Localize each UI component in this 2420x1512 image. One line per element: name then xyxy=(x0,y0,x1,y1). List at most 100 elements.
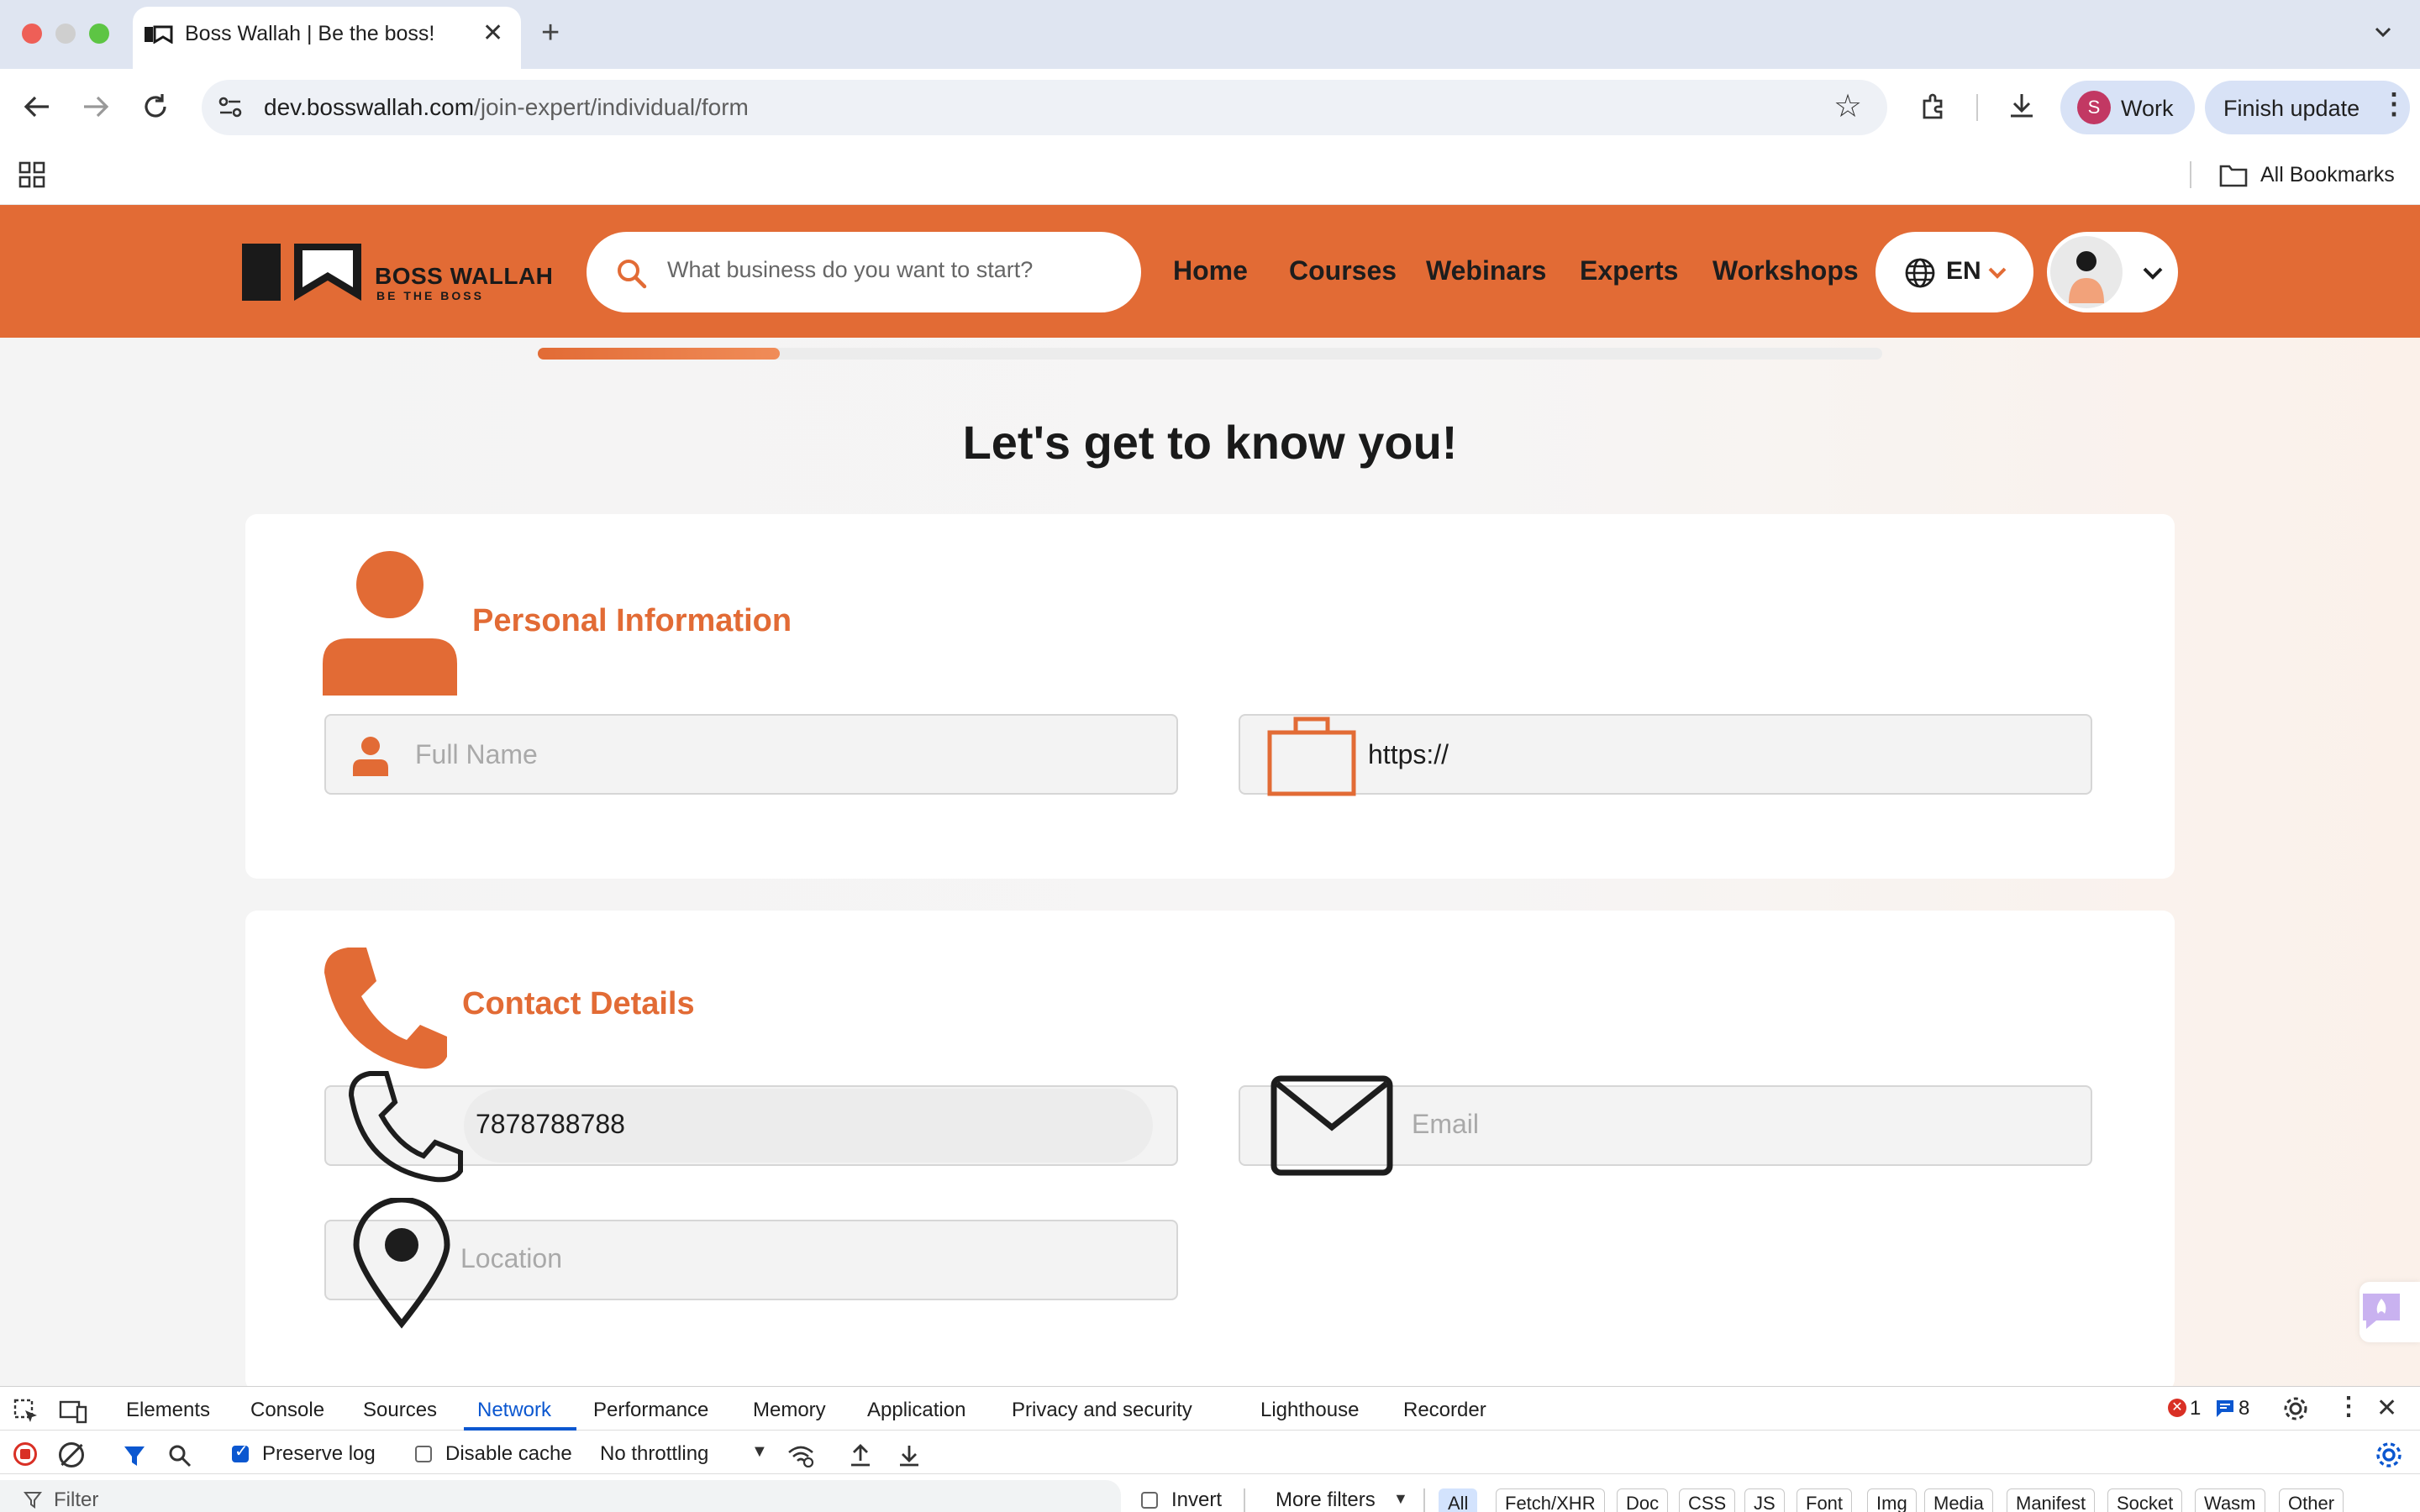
throttling-dropdown-icon: ▼ xyxy=(751,1442,768,1461)
language-chevron-icon xyxy=(1988,267,2007,279)
inspect-element-icon[interactable] xyxy=(13,1399,39,1424)
page-title: Let's get to know you! xyxy=(962,416,1458,469)
bookmarks-bar xyxy=(0,143,2420,205)
devtools-settings-icon[interactable] xyxy=(2282,1395,2309,1422)
type-filter-img[interactable]: Img xyxy=(1867,1488,1917,1512)
phone-icon xyxy=(324,948,447,1069)
extensions-icon[interactable] xyxy=(1919,92,1948,121)
type-filters-divider xyxy=(1423,1488,1425,1512)
forward-arrow-icon[interactable] xyxy=(81,92,111,121)
search-icon xyxy=(618,260,647,289)
location-field[interactable] xyxy=(324,1220,1178,1300)
globe-icon xyxy=(1905,258,1935,288)
filter-input[interactable] xyxy=(0,1480,1121,1512)
location-placeholder: Location xyxy=(460,1243,562,1273)
url-text[interactable]: dev.bosswallah.com/join-expert/individua… xyxy=(264,94,749,121)
network-conditions-icon[interactable] xyxy=(786,1442,815,1467)
network-settings-icon[interactable] xyxy=(2375,1441,2403,1469)
nav-webinars[interactable]: Webinars xyxy=(1426,255,1546,286)
website-field[interactable] xyxy=(1239,714,2092,795)
window-zoom-button[interactable] xyxy=(89,24,109,44)
type-filter-media[interactable]: Media xyxy=(1924,1488,1993,1512)
logo-title: BOSS WALLAH xyxy=(375,263,554,289)
window-minimize-button[interactable] xyxy=(55,24,76,44)
chat-widget-icon[interactable] xyxy=(2360,1289,2403,1332)
toolbar-divider xyxy=(1976,94,1978,121)
more-filters-button[interactable]: More filters xyxy=(1276,1488,1376,1512)
apps-grid-icon[interactable] xyxy=(18,161,45,188)
type-filter-manifest[interactable]: Manifest xyxy=(2007,1488,2096,1512)
devtools-tab-application[interactable]: Application xyxy=(867,1399,965,1422)
bookmark-star-icon[interactable]: ☆ xyxy=(1833,87,1862,125)
messages-icon[interactable] xyxy=(2215,1399,2235,1419)
devtools-more-icon[interactable]: ⋮ xyxy=(2336,1392,2361,1421)
profile-avatar: S xyxy=(2077,91,2111,124)
type-filter-fetch-xhr[interactable]: Fetch/XHR xyxy=(1496,1488,1605,1512)
new-tab-icon[interactable]: + xyxy=(541,15,560,51)
nav-workshops[interactable]: Workshops xyxy=(1712,255,1859,286)
device-toolbar-icon[interactable] xyxy=(59,1399,87,1424)
boss-wallah-logo-icon[interactable] xyxy=(242,244,361,301)
personal-information-card xyxy=(245,514,2175,879)
devtools-search-icon[interactable] xyxy=(168,1444,192,1467)
tab-search-chevron-icon[interactable] xyxy=(2371,20,2395,44)
site-info-icon[interactable] xyxy=(217,94,244,121)
language-label: EN xyxy=(1946,257,1981,285)
devtools-tab-sources[interactable]: Sources xyxy=(363,1399,437,1422)
url-path: /join-expert/individual/form xyxy=(474,94,749,120)
personal-information-title: Personal Information xyxy=(472,603,792,638)
devtools-tab-lighthouse[interactable]: Lighthouse xyxy=(1260,1399,1359,1422)
type-filter-wasm[interactable]: Wasm xyxy=(2195,1488,2265,1512)
devtools-tab-elements[interactable]: Elements xyxy=(126,1399,210,1422)
browser-menu-icon[interactable]: ⋮ xyxy=(2380,87,2408,121)
type-filter-other[interactable]: Other xyxy=(2279,1488,2344,1512)
throttling-select[interactable]: No throttling xyxy=(600,1442,708,1466)
tab-close-icon[interactable]: ✕ xyxy=(482,18,503,48)
devtools-tab-recorder[interactable]: Recorder xyxy=(1403,1399,1486,1422)
profile-label: Work xyxy=(2121,96,2174,121)
devtools-tab-network[interactable]: Network xyxy=(477,1399,551,1422)
email-placeholder: Email xyxy=(1412,1109,1480,1139)
window-close-button[interactable] xyxy=(22,24,42,44)
type-filter-socket[interactable]: Socket xyxy=(2107,1488,2183,1512)
preserve-log-label: Preserve log xyxy=(262,1442,376,1465)
type-filter-doc[interactable]: Doc xyxy=(1617,1488,1669,1512)
nav-home[interactable]: Home xyxy=(1173,255,1248,286)
type-filter-font[interactable]: Font xyxy=(1797,1488,1853,1512)
tab-title: Boss Wallah | Be the boss! xyxy=(185,22,435,45)
devtools-tab-privacy-security[interactable]: Privacy and security xyxy=(1012,1399,1192,1422)
nav-experts[interactable]: Experts xyxy=(1580,255,1678,286)
more-filters-dropdown-icon: ▼ xyxy=(1393,1490,1408,1507)
back-arrow-icon[interactable] xyxy=(22,92,52,121)
full-name-person-icon xyxy=(353,737,388,776)
disable-cache-checkbox[interactable] xyxy=(415,1446,432,1462)
logo-tagline: BE THE BOSS xyxy=(376,289,484,302)
type-filter-js[interactable]: JS xyxy=(1744,1488,1785,1512)
reload-icon[interactable] xyxy=(141,92,170,121)
downloads-icon[interactable] xyxy=(2007,91,2037,121)
devtools-tab-console[interactable]: Console xyxy=(250,1399,324,1422)
nav-courses[interactable]: Courses xyxy=(1289,255,1397,286)
form-progress-fill xyxy=(538,348,780,360)
location-pin-icon xyxy=(353,1198,450,1329)
disable-cache-label: Disable cache xyxy=(445,1442,572,1465)
devtools-tab-memory[interactable]: Memory xyxy=(753,1399,826,1422)
page-viewport: BOSS WALLAH BE THE BOSS What business do… xyxy=(0,205,2420,1386)
record-stop-inner xyxy=(20,1449,30,1459)
filter-funnel-icon[interactable] xyxy=(123,1444,146,1467)
site-search-placeholder: What business do you want to start? xyxy=(667,257,1034,282)
type-filter-all[interactable]: All xyxy=(1439,1488,1478,1512)
devtools-close-icon[interactable]: ✕ xyxy=(2376,1394,2397,1423)
invert-checkbox[interactable] xyxy=(1141,1492,1158,1509)
upload-har-icon[interactable] xyxy=(849,1442,872,1467)
message-count: 8 xyxy=(2238,1397,2250,1420)
error-count-icon[interactable]: ✕ xyxy=(2168,1399,2186,1417)
filter-placeholder: Filter xyxy=(54,1488,99,1511)
invert-label: Invert xyxy=(1171,1488,1223,1511)
site-favicon-icon xyxy=(145,25,173,44)
phone-value: 7878788788 xyxy=(476,1109,625,1139)
devtools-tab-performance[interactable]: Performance xyxy=(593,1399,708,1422)
download-har-icon[interactable] xyxy=(897,1442,921,1467)
all-bookmarks-link[interactable]: All Bookmarks xyxy=(2260,163,2395,187)
type-filter-css[interactable]: CSS xyxy=(1679,1488,1736,1512)
